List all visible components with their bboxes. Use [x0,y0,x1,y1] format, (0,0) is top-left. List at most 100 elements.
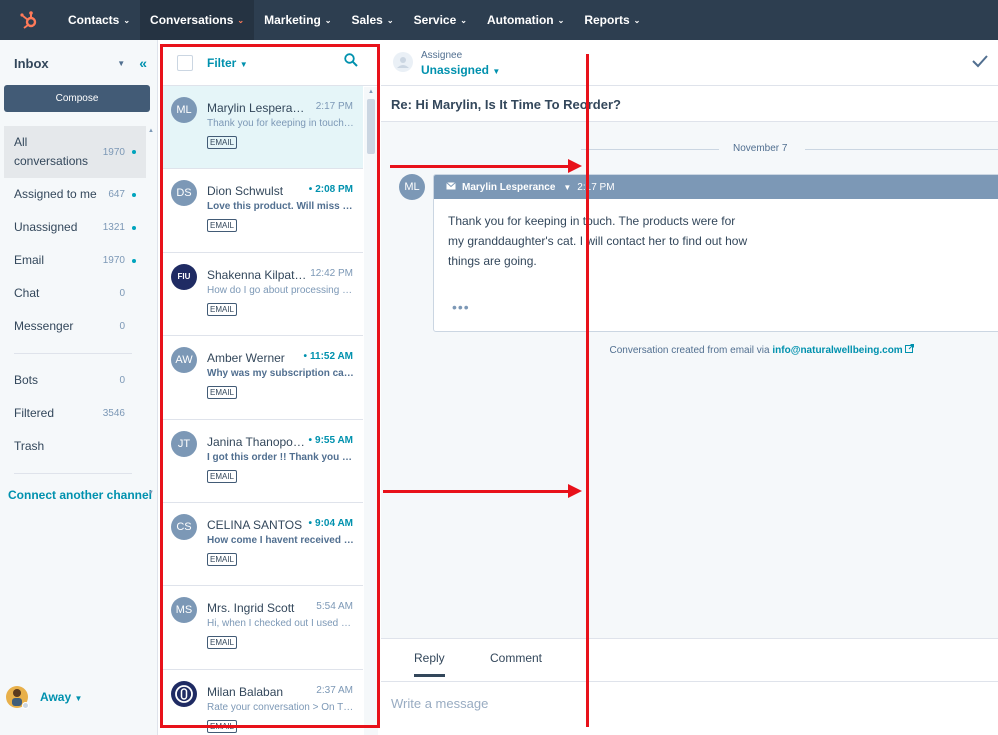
channel-badge: EMAIL [207,552,238,566]
folder-label: Assigned to me [14,187,97,201]
timestamp: 2:37 AM [316,684,353,696]
compose-button[interactable]: Compose [4,85,150,112]
assignee-label: Assignee [421,50,463,61]
folder-label: Unassigned [14,220,78,234]
message-input[interactable]: Write a message [391,696,488,711]
folder-count: 1970 [102,255,125,266]
folder-list: All conversations 1970 Assigned to me 64… [4,126,146,484]
conversation-item[interactable]: MS Mrs. Ingrid Scott 5:54 AM Hi, when I … [161,586,363,670]
sender-avatar: ML [399,174,425,200]
folder-count: 0 [119,288,125,299]
nav-marketing[interactable]: Marketing ⌄ [254,0,341,40]
folder-unassigned[interactable]: Unassigned 1321 [4,211,146,244]
folder-bots[interactable]: Bots 0 [4,364,146,397]
status-label[interactable]: Away ▼ [40,690,82,704]
caret-down-icon[interactable]: ▼ [563,183,571,192]
assignee-avatar [393,52,413,72]
folder-trash[interactable]: Trash [4,430,146,463]
email-icon [446,181,456,193]
divider-line [581,149,719,150]
folder-label: Email [14,253,45,267]
list-scrollbar[interactable]: ▲ [364,87,378,735]
hubspot-logo-icon[interactable] [0,0,58,40]
user-status[interactable]: Away ▼ [6,686,82,709]
conversation-item[interactable]: DS Dion Schwulst 2:08 PM Love this produ… [161,169,363,253]
conversation-list: Filter ▼ ML Marylin Lesperance 2:17 PM T… [161,40,378,735]
channel-badge: EMAIL [207,219,238,233]
filter-dropdown[interactable]: Filter ▼ [207,56,344,70]
avatar: MS [171,597,197,624]
channel-badge: EMAIL [207,636,238,650]
conversation-item[interactable]: CS CELINA SANTOS 9:04 AM How come I have… [161,503,363,587]
folder-assigned-to-me[interactable]: Assigned to me 647 [4,178,146,211]
folder-email[interactable]: Email 1970 [4,244,146,277]
sidebar-scrollbar[interactable]: ▲ ▼ [147,128,156,498]
chevron-down-icon: ⌄ [386,15,394,25]
conversation-item[interactable]: FIU Shakenna Kilpatrick 12:42 PM How do … [161,253,363,337]
message-preview: Rate your conversation > On The Go [207,701,355,713]
conversation-item[interactable]: ML Marylin Lesperance 2:17 PM Thank you … [161,86,363,170]
channel-badge: EMAIL [207,469,238,483]
chevron-down-icon: ▼ [74,694,83,703]
unread-dot [132,192,136,197]
avatar: DS [171,180,197,207]
unread-dot [132,258,136,263]
source-email-link[interactable]: info@naturalwellbeing.com [772,345,902,356]
date-divider: November 7 [381,142,998,156]
contact-name: Mrs. Ingrid Scott [207,601,295,616]
folder-messenger[interactable]: Messenger 0 [4,310,146,343]
nav-service[interactable]: Service ⌄ [404,0,477,40]
message-time: 2:17 PM [577,181,615,193]
select-all-checkbox[interactable] [177,54,193,71]
scroll-up-icon[interactable]: ▲ [148,128,154,134]
folder-count: 1321 [102,222,125,233]
collapse-icon[interactable]: « [139,55,147,71]
timestamp: 9:55 AM [309,435,353,446]
chevron-down-icon: ⌄ [237,15,245,25]
folder-all-conversations[interactable]: All conversations 1970 [4,126,146,178]
scroll-up-icon[interactable]: ▲ [368,89,374,95]
contact-name: Marylin Lesperance [207,101,307,115]
divider [14,473,132,474]
inbox-dropdown-icon[interactable]: ▼ [117,59,125,68]
divider [14,353,132,354]
inbox-header: Inbox ▼ « [14,54,147,72]
assignee-dropdown[interactable]: Unassigned ▼ [421,63,500,77]
external-link-icon[interactable] [905,344,915,356]
email-message: Marylin Lesperance ▼ 2:17 PM Thank you f… [433,174,998,332]
nav-contacts[interactable]: Contacts ⌄ [58,0,140,40]
tab-comment[interactable]: Comment [490,651,542,665]
folder-chat[interactable]: Chat 0 [4,277,146,310]
away-status-dot [22,702,29,709]
channel-badge: EMAIL [207,302,238,316]
nav-reports[interactable]: Reports ⌄ [574,0,650,40]
avatar: ML [171,97,197,123]
divider-line [805,149,998,150]
tab-reply[interactable]: Reply [414,651,445,677]
connect-channel-link[interactable]: Connect another channel [8,488,152,502]
company-logo-avatar [171,680,197,707]
conversation-item[interactable]: AW Amber Werner 11:52 AM Why was my subs… [161,336,363,420]
folder-count: 3546 [102,408,125,419]
message-preview: How come I havent received my order? [207,534,355,546]
divider [381,681,998,682]
more-options-icon[interactable]: ••• [452,299,470,315]
nav-conversations[interactable]: Conversations ⌄ [140,0,255,40]
message-preview: Thank you for keeping in touch. The prod… [207,118,355,129]
conversation-item[interactable]: Milan Balaban 2:37 AM Rate your conversa… [161,670,363,735]
nav-sales[interactable]: Sales ⌄ [342,0,404,40]
check-icon[interactable] [972,54,988,73]
scroll-thumb[interactable] [367,99,375,154]
assignee-bar: Assignee Unassigned ▼ [381,40,998,86]
folder-filtered[interactable]: Filtered 3546 [4,397,146,430]
annotation-arrow [383,490,568,493]
timestamp: 5:54 AM [316,601,353,613]
search-icon[interactable] [344,53,358,72]
nav-automation[interactable]: Automation ⌄ [477,0,574,40]
conversation-item[interactable]: JT Janina Thanopoulos 9:55 AM I got this… [161,420,363,503]
contact-name: Dion Schwulst [207,184,284,199]
list-header: Filter ▼ [161,40,378,86]
scroll-down-icon[interactable]: ▼ [148,490,154,496]
message-preview: Hi, when I checked out I used 3 coupons [207,618,355,630]
inbox-title[interactable]: Inbox [14,56,117,71]
